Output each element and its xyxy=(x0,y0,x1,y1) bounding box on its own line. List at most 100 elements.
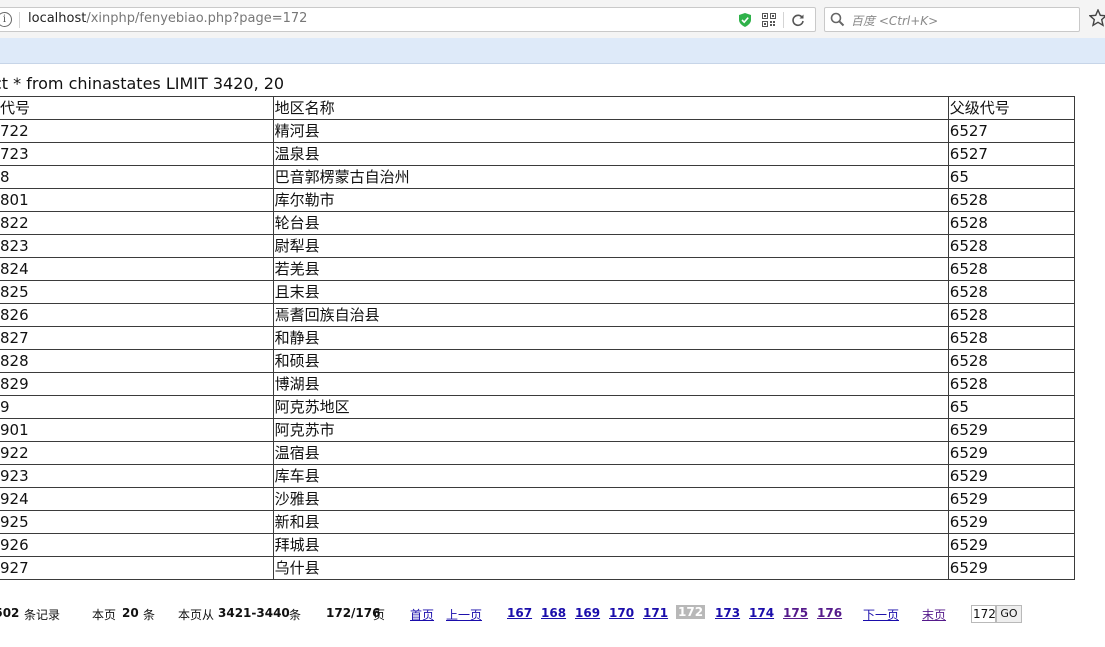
per-page-suffix: 条 xyxy=(143,608,156,622)
table-row: 824 若羌县 6528 xyxy=(0,257,1076,281)
cell-code: 924 xyxy=(0,487,274,511)
cell-region-name: 轮台县 xyxy=(272,211,949,235)
search-bar[interactable]: 百度 <Ctrl+K> xyxy=(824,7,1080,32)
cell-region-name: 和静县 xyxy=(272,326,949,350)
cell-code: 827 xyxy=(0,326,274,350)
site-info-icon[interactable]: i xyxy=(0,12,12,27)
first-page-link[interactable]: 首页 xyxy=(410,606,434,623)
cell-region-name: 库车县 xyxy=(272,464,949,488)
per-page-count: 20 xyxy=(122,606,139,620)
header-parent-code: 父级代号 xyxy=(947,96,1076,120)
cell-code: 823 xyxy=(0,234,274,258)
url-text[interactable]: localhost/xinphp/fenyebiao.php?page=172 xyxy=(28,11,307,26)
cell-region-name: 精河县 xyxy=(272,119,949,143)
table-row: 926 拜城县 6529 xyxy=(0,533,1076,557)
cell-parent-code: 6527 xyxy=(947,119,1076,143)
reload-icon[interactable] xyxy=(791,13,805,27)
cell-region-name: 博湖县 xyxy=(272,372,949,396)
cell-parent-code: 6528 xyxy=(947,234,1076,258)
cell-region-name: 若羌县 xyxy=(272,257,949,281)
cell-region-name: 和硕县 xyxy=(272,349,949,373)
regions-table: 代号 地区名称 父级代号 722 精河县 6527 723 温泉县 6527 8 巴音郭楞蒙古… xyxy=(0,96,1076,580)
header-code: 代号 xyxy=(0,96,274,120)
goto-page-input[interactable] xyxy=(971,605,996,623)
cell-code: 925 xyxy=(0,510,274,534)
cell-region-name: 温宿县 xyxy=(272,441,949,465)
cell-code: 828 xyxy=(0,349,274,373)
table-row: 828 和硕县 6528 xyxy=(0,349,1076,373)
page-link-167[interactable]: 167 xyxy=(507,606,532,620)
cell-code: 801 xyxy=(0,188,274,212)
bookmarks-bar xyxy=(0,38,1105,64)
table-row: 901 阿克苏市 6529 xyxy=(0,418,1076,442)
table-header-row: 代号 地区名称 父级代号 xyxy=(0,96,1076,120)
per-page-prefix: 本页 xyxy=(92,608,117,622)
search-icon[interactable] xyxy=(830,12,845,27)
table-row: 922 温宿县 6529 xyxy=(0,441,1076,465)
address-bar[interactable]: i localhost/xinphp/fenyebiao.php?page=17… xyxy=(0,7,816,32)
record-range: 3421-3440 xyxy=(218,606,290,620)
table-row: 826 焉耆回族自治县 6528 xyxy=(0,303,1076,327)
cell-parent-code: 6529 xyxy=(947,441,1076,465)
table-row: 927 乌什县 6529 xyxy=(0,556,1076,580)
prev-page-link[interactable]: 上一页 xyxy=(446,606,482,623)
cell-parent-code: 6528 xyxy=(947,257,1076,281)
cell-parent-code: 6527 xyxy=(947,142,1076,166)
sql-query-text: ct * from chinastates LIMIT 3420, 20 xyxy=(0,74,285,93)
url-host: localhost xyxy=(28,11,87,26)
cell-parent-code: 6528 xyxy=(947,188,1076,212)
header-region-name: 地区名称 xyxy=(272,96,949,120)
table-row: 822 轮台县 6528 xyxy=(0,211,1076,235)
page-link-175[interactable]: 175 xyxy=(783,606,808,620)
cell-region-name: 尉犁县 xyxy=(272,234,949,258)
table-row: 827 和静县 6528 xyxy=(0,326,1076,350)
cell-parent-code: 6529 xyxy=(947,556,1076,580)
next-page-link[interactable]: 下一页 xyxy=(863,606,899,623)
cell-code: 829 xyxy=(0,372,274,396)
cell-code: 826 xyxy=(0,303,274,327)
shield-icon[interactable] xyxy=(739,13,751,27)
cell-region-name: 阿克苏地区 xyxy=(272,395,949,419)
table-row: 923 库车县 6529 xyxy=(0,464,1076,488)
cell-code: 822 xyxy=(0,211,274,235)
cell-region-name: 沙雅县 xyxy=(272,487,949,511)
page-link-168[interactable]: 168 xyxy=(541,606,566,620)
go-button[interactable]: GO xyxy=(996,605,1022,623)
cell-parent-code: 6529 xyxy=(947,418,1076,442)
qr-code-icon[interactable] xyxy=(762,13,776,27)
cell-code: 922 xyxy=(0,441,274,465)
page-link-170[interactable]: 170 xyxy=(609,606,634,620)
address-bar-divider xyxy=(19,12,20,28)
current-page-indicator: 172 xyxy=(676,605,706,619)
total-records-label: 条记录 xyxy=(24,608,61,622)
cell-code: 923 xyxy=(0,464,274,488)
page-link-174[interactable]: 174 xyxy=(749,606,774,620)
range-prefix: 本页从 xyxy=(178,608,215,622)
cell-code: 901 xyxy=(0,418,274,442)
page-link-171[interactable]: 171 xyxy=(643,606,668,620)
table-row: 8 巴音郭楞蒙古自治州 65 xyxy=(0,165,1076,189)
search-placeholder: 百度 <Ctrl+K> xyxy=(851,14,939,28)
cell-parent-code: 6528 xyxy=(947,349,1076,373)
last-page-link[interactable]: 末页 xyxy=(922,606,946,623)
table-row: 801 库尔勒市 6528 xyxy=(0,188,1076,212)
cell-region-name: 新和县 xyxy=(272,510,949,534)
cell-parent-code: 6528 xyxy=(947,326,1076,350)
range-suffix: 条 xyxy=(289,608,302,622)
table-row: 825 且末县 6528 xyxy=(0,280,1076,304)
page-link-173[interactable]: 173 xyxy=(715,606,740,620)
bookmark-star-icon[interactable] xyxy=(1089,9,1105,27)
table-row: 723 温泉县 6527 xyxy=(0,142,1076,166)
page-link-176[interactable]: 176 xyxy=(817,606,842,620)
cell-region-name: 温泉县 xyxy=(272,142,949,166)
url-path: /xinphp/fenyebiao.php?page=172 xyxy=(86,11,308,26)
cell-parent-code: 6529 xyxy=(947,464,1076,488)
cell-region-name: 且末县 xyxy=(272,280,949,304)
total-records-count: 3502 xyxy=(0,606,20,620)
table-row: 823 尉犁县 6528 xyxy=(0,234,1076,258)
cell-code: 723 xyxy=(0,142,274,166)
table-row: 9 阿克苏地区 65 xyxy=(0,395,1076,419)
browser-toolbar: i localhost/xinphp/fenyebiao.php?page=17… xyxy=(0,0,1105,38)
page-link-169[interactable]: 169 xyxy=(575,606,600,620)
cell-parent-code: 6529 xyxy=(947,487,1076,511)
